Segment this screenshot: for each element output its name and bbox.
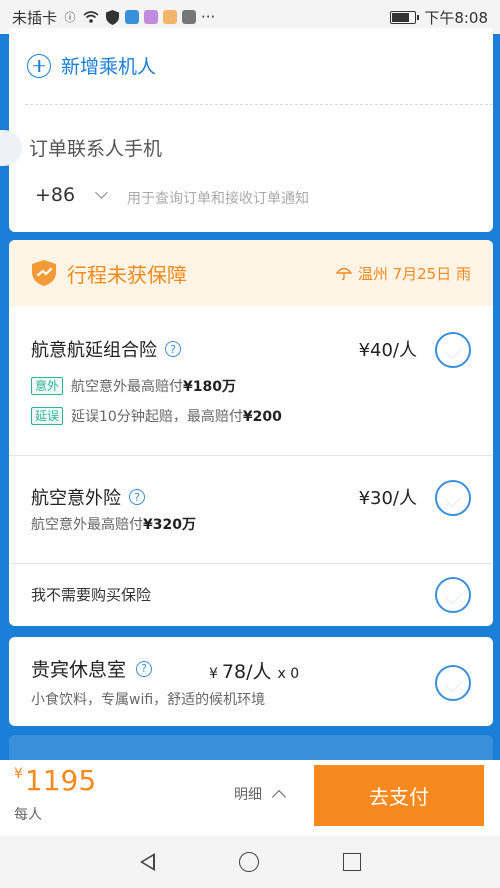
passenger-card: 新增乘机人 订单联系人手机 +86 用于查询订单和接收订单通知 <box>0 28 493 232</box>
chevron-up-icon <box>271 789 287 805</box>
carrier-text: 未插卡 <box>12 8 58 27</box>
lounge-card[interactable]: 贵宾休息室 ? ¥78/人 x 0 小食饮料，专属wifi，舒适的候机环境 <box>9 637 493 726</box>
insurance-price: ¥40/人 <box>358 340 417 361</box>
delay-tag: 延误 <box>31 407 64 425</box>
add-passenger-label: 新增乘机人 <box>61 56 157 78</box>
no-insurance-label: 我不需要购买保险 <box>31 586 152 604</box>
detail-amount: ¥200 <box>242 409 282 425</box>
warning-shield-icon <box>32 260 56 286</box>
insurance-name: 航空意外险 ? <box>31 484 145 510</box>
insurance-radio[interactable] <box>435 577 471 613</box>
insurance-header-title: 行程未获保障 <box>67 262 187 287</box>
recent-apps-icon[interactable] <box>342 853 361 871</box>
dashed-divider <box>25 104 493 105</box>
contact-phone-label: 订单联系人手机 <box>29 138 163 160</box>
help-icon[interactable]: ? <box>136 660 153 677</box>
battery-icon <box>390 10 420 24</box>
insurance-option-combo[interactable]: 航意航延组合险 ? ¥40/人 意外 航空意外最高赔付¥180万 延误 延误10… <box>9 306 493 456</box>
app-notification-icon <box>163 10 178 24</box>
price-detail-label: 明细 <box>234 787 262 803</box>
country-code-select[interactable]: +86 <box>35 184 108 206</box>
weather-info: 温州 7月25日 雨 <box>335 263 471 284</box>
sim-alert-icon: ⓘ <box>64 11 76 24</box>
insurance-detail: 意外 航空意外最高赔付¥180万 <box>31 376 236 396</box>
price-detail-button[interactable]: 明细 <box>234 784 287 805</box>
help-icon[interactable]: ? <box>165 341 181 357</box>
app-notification-icon <box>182 10 197 24</box>
wifi-icon <box>83 9 99 25</box>
insurance-radio[interactable] <box>435 480 471 516</box>
detail-amount: ¥320万 <box>143 517 196 533</box>
detail-amount: ¥180万 <box>183 379 236 395</box>
add-passenger-button[interactable]: 新增乘机人 <box>27 52 156 79</box>
lounge-radio[interactable] <box>435 665 471 701</box>
insurance-option-none[interactable]: 我不需要购买保险 <box>9 564 493 626</box>
accident-tag: 意外 <box>31 377 64 395</box>
clock-text: 下午8:08 <box>424 8 488 27</box>
weather-text: 温州 7月25日 雨 <box>357 264 471 283</box>
insurance-detail: 航空意外最高赔付¥320万 <box>31 514 196 534</box>
app-notification-icon <box>144 10 159 24</box>
lounge-name: 贵宾休息室 ? <box>31 655 153 682</box>
detail-text: 航空意外最高赔付 <box>31 517 143 533</box>
app-notification-icon <box>125 10 140 24</box>
card-notch <box>0 130 22 166</box>
pay-bar: ¥1195 每人 明细 去支付 <box>0 760 500 836</box>
insurance-name: 航意航延组合险 ? <box>31 336 181 362</box>
currency-symbol: ¥ <box>209 666 218 682</box>
more-notifications-icon: ··· <box>201 8 216 26</box>
back-icon[interactable] <box>139 853 155 871</box>
system-nav-bar <box>0 836 500 888</box>
total-amount: 1195 <box>24 764 97 797</box>
insurance-name-text: 航空意外险 <box>31 488 121 509</box>
currency-symbol: ¥ <box>14 766 23 782</box>
insurance-name-text: 航意航延组合险 <box>31 340 157 361</box>
phone-input[interactable]: 用于查询订单和接收订单通知 <box>127 188 309 208</box>
shield-status-icon <box>104 9 120 25</box>
per-person-label: 每人 <box>14 807 42 823</box>
lounge-price: ¥78/人 x 0 <box>209 657 299 684</box>
chevron-down-icon <box>95 186 108 199</box>
pay-button[interactable]: 去支付 <box>314 765 484 826</box>
insurance-header: 行程未获保障 温州 7月25日 雨 <box>9 240 493 306</box>
insurance-radio[interactable] <box>435 332 471 368</box>
lounge-name-text: 贵宾休息室 <box>31 659 127 681</box>
insurance-detail: 延误 延误10分钟起赔，最高赔付¥200 <box>31 406 282 426</box>
umbrella-icon <box>335 267 352 281</box>
lounge-description: 小食饮料，专属wifi，舒适的候机环境 <box>31 692 266 708</box>
insurance-card: 行程未获保障 温州 7月25日 雨 航意航延组合险 ? ¥40/人 意外 航空意… <box>9 240 493 626</box>
insurance-option-accident[interactable]: 航空意外险 ? ¥30/人 航空意外最高赔付¥320万 <box>9 456 493 564</box>
home-icon[interactable] <box>238 852 259 872</box>
help-icon[interactable]: ? <box>129 489 145 505</box>
insurance-price: ¥30/人 <box>358 488 417 509</box>
total-price: ¥1195 <box>14 764 96 797</box>
plus-circle-icon <box>27 53 51 78</box>
lounge-price-value: 78/人 <box>221 661 272 683</box>
detail-text: 延误10分钟起赔，最高赔付 <box>71 409 243 425</box>
lounge-quantity: x 0 <box>277 666 300 682</box>
country-code: +86 <box>35 184 76 206</box>
detail-text: 航空意外最高赔付 <box>71 379 184 395</box>
